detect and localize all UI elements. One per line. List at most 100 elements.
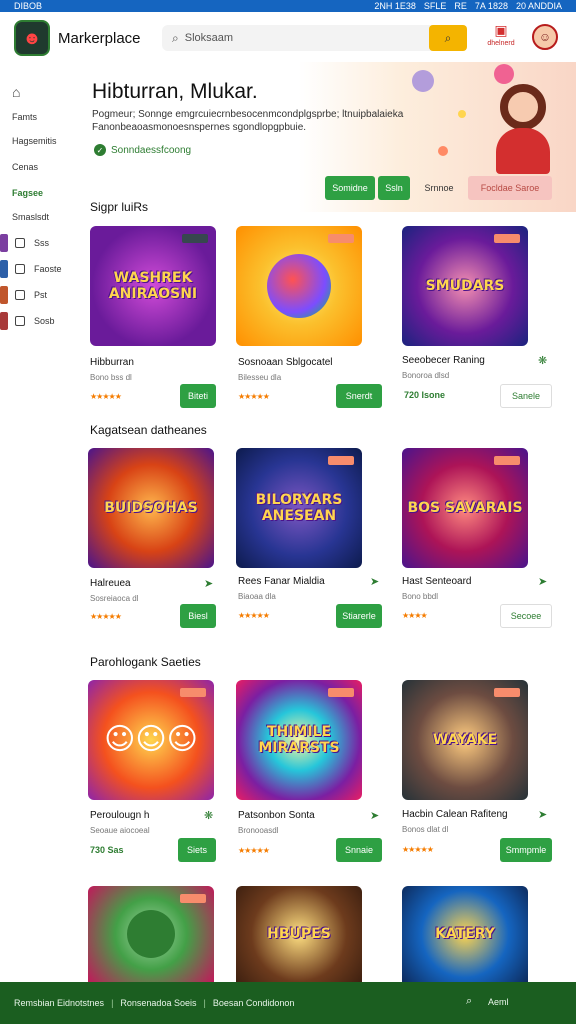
sidebar-item[interactable]: Famts (12, 112, 37, 122)
hero-check: ✓ Sonndaessfcoong (94, 144, 191, 156)
sidebar-item-active[interactable]: Fagsee (12, 188, 43, 198)
sidebar-item[interactable]: Hagsemitis (12, 136, 57, 146)
status-item: SFLE (423, 1, 447, 11)
card-button[interactable]: Secoee (500, 604, 552, 628)
thumbnail-title: HBUPES (267, 926, 331, 942)
cart-button[interactable]: ▣ dhelnerd (486, 22, 516, 47)
search-input[interactable]: ⌕ Sloksaam (162, 25, 466, 51)
badge (180, 894, 206, 903)
footer-link[interactable]: Boesan Condidonon (213, 998, 295, 1008)
brand-name: Markerplace (58, 30, 141, 47)
game-thumbnail[interactable]: BOS SAVARAIS (402, 448, 528, 568)
badge (182, 234, 208, 243)
character-icon (127, 910, 175, 958)
badge (328, 456, 354, 465)
game-thumbnail[interactable] (88, 886, 214, 982)
hero-description: Pogmeur; Sonnge emgrcuiecrnbesocenmcondp… (92, 109, 404, 133)
card-button[interactable]: Biteti (180, 384, 216, 408)
check-icon: ✓ (94, 144, 106, 156)
hero-button[interactable]: Focldae Saroe (468, 176, 552, 200)
card-button[interactable]: Biesl (180, 604, 216, 628)
tag-icon: ➤ (538, 576, 548, 588)
rating-stars: ★★★★★ (238, 611, 270, 620)
card-subtitle: Bronooasdl (238, 826, 279, 835)
game-thumbnail[interactable]: BILORYARS ANESEAN (236, 448, 362, 568)
tag-icon: ➤ (370, 576, 380, 588)
footer-bar: Remsbian Eidnotstnes | Ronsenadoa Soeis … (0, 982, 576, 1024)
sidebar-sub-item[interactable]: Pst (34, 290, 47, 300)
card-subtitle: Sosreiaoca dl (90, 594, 139, 603)
card-subtitle: Bonos dlat dl (402, 825, 449, 834)
card-name: Patsonbon Sonta (238, 810, 315, 821)
card-subtitle: Bilesseu dla (238, 373, 282, 382)
square-icon (15, 238, 25, 248)
sidebar-item[interactable]: Cenas (12, 162, 38, 172)
hero-button[interactable]: Ssln (378, 176, 410, 200)
game-thumbnail[interactable] (236, 226, 362, 346)
footer-search-label[interactable]: Aeml (488, 997, 509, 1007)
section-title: Kagatsean datheanes (90, 423, 207, 437)
game-thumbnail[interactable]: SMUDARS (402, 226, 528, 346)
game-thumbnail[interactable]: ☺☺☺ (88, 680, 214, 800)
card-button[interactable]: Smmpmle (500, 838, 552, 862)
hero-button[interactable]: Somidne (325, 176, 375, 200)
sidebar: ⌂ Famts Hagsemitis Cenas Fagsee Smaslsdt… (0, 76, 72, 356)
rating-stars: ★★★★★ (90, 392, 122, 401)
rating-stars: ★★★★★ (238, 392, 270, 401)
app-logo-icon[interactable]: ☻ (14, 20, 50, 56)
search-icon: ⌕ (444, 30, 452, 45)
game-thumbnail[interactable]: HBUPES (236, 886, 362, 982)
game-thumbnail[interactable]: KATERY (402, 886, 528, 982)
thumbnail-title: SMUDARS (425, 278, 505, 294)
thumbnail-title: WAYAKE (432, 732, 498, 748)
card-subtitle: Bonoroa dlsd (402, 371, 450, 380)
card-note: 720 Isone (404, 390, 446, 400)
hero-button[interactable]: Srnnoe (414, 176, 464, 200)
card-subtitle: Bono bss dl (90, 373, 132, 382)
card-subtitle: Biaoaa dla (238, 592, 276, 601)
game-thumbnail[interactable]: WASHREK ANIRAOSNI (90, 226, 216, 346)
avatar[interactable]: ☺ (532, 24, 558, 50)
thumbnail-title: THIMILE MIRARSTS (258, 724, 340, 756)
card-button[interactable]: Snnaie (336, 838, 382, 862)
card-subtitle: Seoaue aiocoeal (90, 826, 150, 835)
sidebar-sub-item[interactable]: Faoste (34, 264, 62, 274)
sidebar-sub-item[interactable]: Sss (34, 238, 49, 248)
card-subtitle: Bono bbdl (402, 592, 439, 601)
game-thumbnail[interactable]: WAYAKE (402, 680, 528, 800)
sidebar-item[interactable]: Smaslsdt (12, 212, 49, 222)
tag-icon: ➤ (538, 809, 548, 821)
search-icon[interactable]: ⌕ (466, 995, 472, 1008)
card-button[interactable]: Stiarerle (336, 604, 382, 628)
home-icon[interactable]: ⌂ (12, 84, 20, 100)
card-name: Halreuea (90, 578, 131, 589)
game-thumbnail[interactable]: THIMILE MIRARSTS (236, 680, 362, 800)
square-icon (15, 290, 25, 300)
sidebar-sub-item[interactable]: Sosb (34, 316, 55, 326)
hero-character-image (486, 78, 560, 174)
search-button[interactable]: ⌕ (429, 25, 467, 51)
footer-link[interactable]: Remsbian Eidnotstnes (14, 998, 104, 1008)
section-title: Parohlogank Saeties (90, 655, 201, 669)
thumbnail-title: BOS SAVARAIS (407, 500, 523, 516)
game-thumbnail[interactable]: BUIDSOHAS (88, 448, 214, 568)
card-name: Peroulougn h (90, 810, 150, 821)
rating-stars: ★★★★★ (238, 846, 270, 855)
rating-stars: ★★★★★ (90, 612, 122, 621)
divider: | (203, 998, 206, 1008)
card-button[interactable]: Snerdt (336, 384, 382, 408)
sidebar-thumb (0, 234, 8, 252)
card-button[interactable]: Siets (178, 838, 216, 862)
rating-stars: ★★★★★ (402, 845, 434, 854)
footer-link[interactable]: Ronsenadoa Soeis (120, 998, 196, 1008)
card-name: Seeobecer Raning (402, 355, 485, 366)
status-bar: DIBOB 2NH 1E38 SFLE RE 7A 1828 20 ANDDIA (0, 0, 576, 12)
badge (494, 234, 520, 243)
thumbnail-title: WASHREK ANIRAOSNI (108, 270, 198, 302)
top-bar: ☻ Markerplace ⌕ Sloksaam ⌕ ▣ dhelnerd ☺ (0, 12, 576, 64)
tag-icon: ❋ (538, 355, 548, 367)
search-icon: ⌕ (172, 30, 179, 45)
card-button[interactable]: Sanele (500, 384, 552, 408)
status-item: RE (454, 1, 467, 11)
hero-check-text: Sonndaessfcoong (111, 144, 192, 156)
